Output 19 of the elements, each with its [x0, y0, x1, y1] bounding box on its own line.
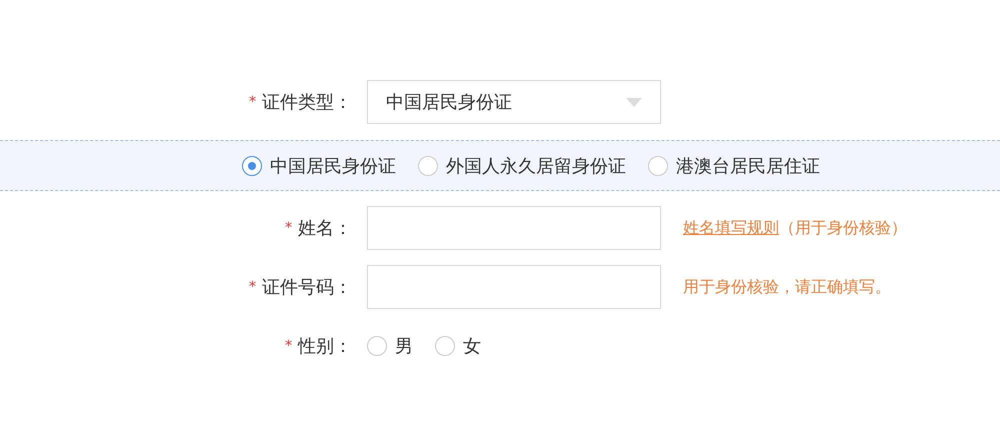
field-label: 证件类型： [262, 91, 352, 114]
caret-icon [626, 98, 642, 106]
hint-text: （用于身份核验） [779, 218, 907, 238]
id-type-option[interactable]: 中国居民身份证 [242, 154, 396, 178]
hint-text: 用于身份核验，请正确填写。 [683, 276, 891, 298]
field-label: 证件号码： [262, 276, 352, 299]
id-type-option[interactable]: 外国人永久居留身份证 [418, 154, 626, 178]
id-type-select[interactable]: 中国居民身份证 [367, 80, 661, 124]
input-field[interactable] [367, 265, 661, 309]
required-mark: * [249, 94, 256, 110]
gender-option[interactable]: 女 [435, 334, 481, 358]
input-field[interactable] [367, 206, 661, 250]
id-type-option[interactable]: 港澳台居民居住证 [648, 154, 820, 178]
required-mark: * [285, 338, 292, 354]
required-mark: * [285, 220, 292, 236]
field-label: 姓名： [298, 217, 352, 240]
field-label: 性别： [298, 335, 352, 358]
required-mark: * [249, 279, 256, 295]
gender-option[interactable]: 男 [367, 334, 413, 358]
